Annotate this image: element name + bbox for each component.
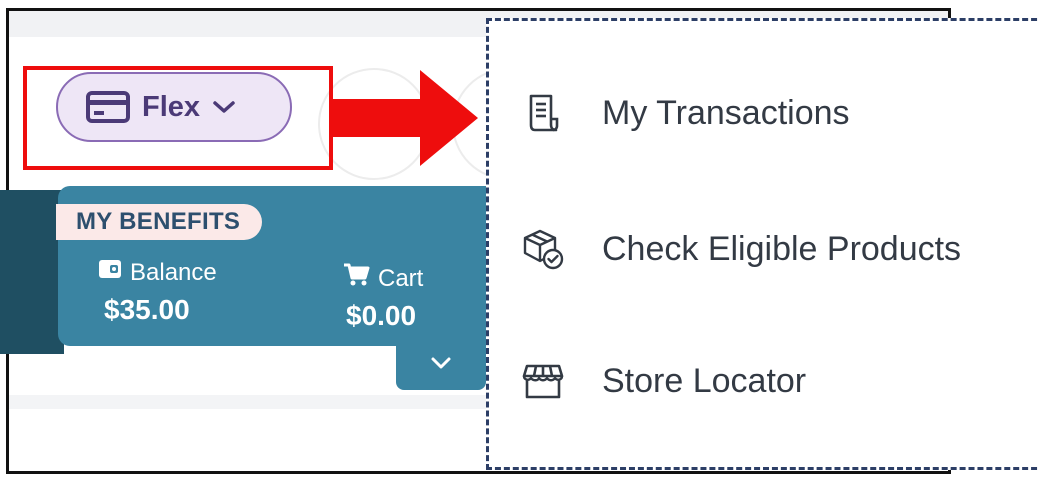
flex-selector-label: Flex bbox=[142, 90, 201, 123]
cart-amount: $0.00 bbox=[346, 300, 417, 331]
storefront-icon bbox=[520, 358, 566, 404]
credit-card-icon bbox=[86, 91, 130, 123]
benefits-expand-button[interactable] bbox=[396, 340, 486, 390]
balance-amount: $35.00 bbox=[104, 294, 190, 325]
benefits-dark-edge bbox=[0, 190, 64, 354]
menu-item-label: Store Locator bbox=[602, 361, 807, 400]
screenshot-stage: Flex MY BENEFITS Balance $35.00 Cart $0.… bbox=[0, 0, 1038, 478]
cart-label: Cart bbox=[378, 264, 424, 292]
wallet-icon bbox=[98, 258, 122, 287]
balance-label-group: Balance bbox=[98, 258, 217, 287]
menu-item-label: Check Eligible Products bbox=[602, 229, 962, 268]
chevron-down-icon bbox=[212, 99, 236, 115]
package-check-icon bbox=[520, 226, 566, 272]
receipt-icon bbox=[520, 90, 566, 136]
menu-item-label: My Transactions bbox=[602, 93, 850, 132]
flex-selector-button[interactable]: Flex bbox=[56, 72, 292, 142]
menu-item-my-transactions[interactable]: My Transactions bbox=[520, 90, 850, 136]
benefits-badge: MY BENEFITS bbox=[56, 204, 263, 240]
menu-item-check-eligible-products[interactable]: Check Eligible Products bbox=[520, 226, 961, 272]
chevron-down-icon bbox=[430, 356, 452, 375]
balance-label: Balance bbox=[130, 258, 217, 286]
menu-item-store-locator[interactable]: Store Locator bbox=[520, 358, 806, 404]
arrow-right-icon bbox=[330, 70, 486, 171]
cart-label-group: Cart bbox=[342, 262, 423, 295]
cart-icon bbox=[342, 262, 370, 295]
